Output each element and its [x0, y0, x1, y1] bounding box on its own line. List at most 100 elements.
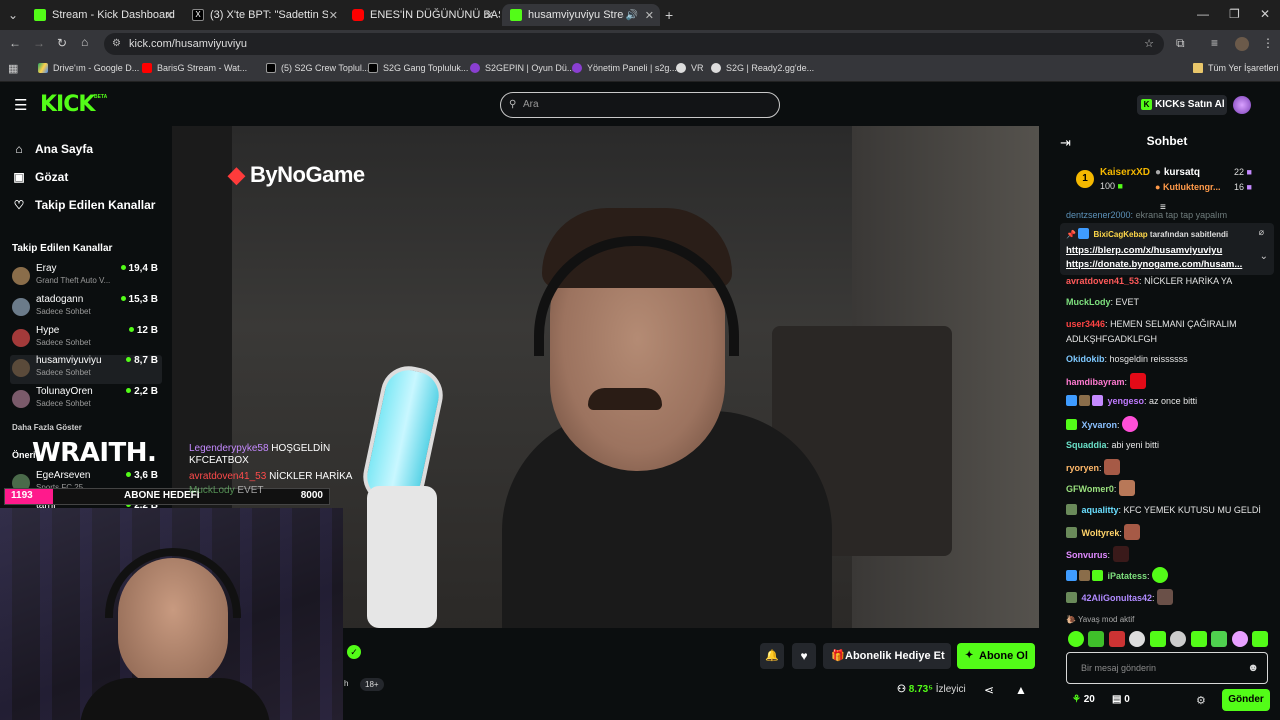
follow-heart-button[interactable]: ♥ — [792, 643, 816, 669]
sidebar-channel-hype[interactable]: Hype Sadece Sohbet 12 B — [10, 325, 162, 354]
subscribe-button[interactable]: ✦ Abone Ol — [957, 643, 1035, 669]
forward-icon[interactable]: → — [33, 36, 45, 50]
chat-username[interactable]: yengeso — [1108, 396, 1145, 406]
new-tab-icon[interactable]: + — [665, 7, 673, 23]
pinned-by-user: BixiCagKebap — [1093, 230, 1148, 239]
bookmark-s2g-crew[interactable]: (5) S2G Crew Toplul... — [266, 63, 369, 73]
close-icon[interactable]: ✕ — [329, 9, 338, 22]
chat-username[interactable]: 42AliGonultas42 — [1082, 593, 1153, 603]
chat-input[interactable]: Bir mesaj gönderin ☻ — [1066, 652, 1268, 684]
nav-home[interactable]: ⌂ Ana Sayfa — [12, 142, 93, 156]
chat-username[interactable]: Xyvaron — [1082, 420, 1118, 430]
emote-ball-icon[interactable] — [1129, 631, 1146, 647]
reload-icon[interactable]: ↻ — [57, 36, 67, 50]
send-button[interactable]: Gönder — [1222, 689, 1270, 711]
chat-username[interactable]: MuckLody — [1066, 297, 1111, 307]
close-icon[interactable]: ✕ — [645, 9, 654, 22]
chat-username[interactable]: ryoryen — [1066, 463, 1099, 473]
bookmark-label: S2G | Ready2.gg'de... — [726, 63, 815, 73]
sidebar-channel-tolunayoren[interactable]: TolunayOren Sadece Sohbet 2,2 B — [10, 386, 162, 415]
chat-username[interactable]: Okidokib — [1066, 354, 1105, 364]
chat-username[interactable]: user3446 — [1066, 319, 1105, 329]
bookmark-s2gepin[interactable]: S2GEPIN | Oyun Dü... — [470, 63, 574, 73]
unpin-icon[interactable]: ⌀ — [1259, 227, 1264, 238]
tab-husamviyuviyu[interactable]: husamviyuviyu Stream - W 🔊 ✕ — [502, 4, 660, 26]
tab-youtube-enes[interactable]: ENES'İN DÜĞÜNÜNÜ BASTIK ✕ — [344, 4, 500, 26]
chat-username[interactable]: Squaddia — [1066, 440, 1107, 450]
chat-settings-icon[interactable]: ⚙ — [1196, 694, 1206, 707]
speaker-icon[interactable]: 🔊 — [626, 10, 638, 21]
profile-avatar[interactable] — [1235, 37, 1249, 51]
site-info-icon[interactable]: ⚙ — [112, 33, 121, 55]
share-icon[interactable]: ⋖ — [984, 683, 994, 697]
chat-username[interactable]: Sonvurus — [1066, 550, 1108, 560]
bookmark-yonetim[interactable]: Yönetim Paneli | s2g... — [572, 63, 677, 73]
chat-message: Sonvurus: — [1066, 546, 1272, 563]
kick-logo[interactable]: KICK — [40, 92, 95, 117]
chevron-down-icon[interactable]: ⌄ — [1260, 251, 1268, 262]
pinned-link[interactable]: https://donate.bynogame.com/husam... — [1066, 259, 1262, 270]
bookmark-label: S2G Gang Topluluk... — [383, 63, 469, 73]
user-avatar[interactable] — [1233, 96, 1251, 114]
emote-laugh-icon[interactable] — [1190, 631, 1207, 647]
bookmark-drive[interactable]: Drive'ım - Google D... — [38, 63, 139, 73]
url-field[interactable]: ⚙ kick.com/husamviyuviyu ☆ — [104, 33, 1164, 55]
bookmark-vr[interactable]: VR — [676, 63, 704, 73]
chest-counter[interactable]: ▤ 0 — [1112, 694, 1130, 705]
hamburger-menu-icon[interactable]: ☰ — [14, 96, 27, 114]
tab-kick-dashboard[interactable]: Stream - Kick Dashboard ✕ — [26, 4, 180, 26]
leader-name[interactable]: ● Kutluktengr... — [1155, 182, 1220, 192]
emote-green-icon[interactable] — [1149, 631, 1166, 647]
back-icon[interactable]: ← — [9, 36, 21, 50]
age-badge[interactable]: 18+ — [360, 678, 384, 691]
search-input[interactable]: ⚲ Ara — [500, 92, 780, 118]
chat-username[interactable]: iPatatess — [1108, 571, 1148, 581]
apps-grid-icon[interactable]: ▦ — [8, 62, 18, 75]
bookmark-ready2gg[interactable]: S2G | Ready2.gg'de... — [711, 63, 814, 73]
sidebar-channel-eray[interactable]: Eray Grand Theft Auto V... 19,4 B — [10, 263, 162, 292]
sidebar-channel-husamviyuviyu[interactable]: husamviyuviyu Sadece Sohbet 8,7 B — [10, 355, 162, 384]
leader-name[interactable]: ● kursatq — [1155, 167, 1200, 178]
maximize-icon[interactable]: ❐ — [1229, 7, 1240, 21]
window-close-icon[interactable]: ✕ — [1260, 7, 1270, 21]
show-more-link[interactable]: Daha Fazla Göster — [12, 423, 82, 432]
bookmark-s2g-gang[interactable]: S2G Gang Topluluk... — [368, 63, 468, 73]
emote-smile-icon[interactable] — [1251, 631, 1268, 647]
all-bookmarks[interactable]: Tüm Yer İşaretleri — [1193, 63, 1279, 73]
chat-username[interactable]: avratdoven41_53 — [1066, 276, 1139, 286]
emote-cup-icon[interactable] — [1088, 631, 1105, 647]
channel-points[interactable]: ⚘ 20 — [1072, 694, 1095, 705]
chat-input-placeholder: Bir mesaj gönderin — [1081, 663, 1157, 673]
extensions-icon[interactable]: ⧉ — [1176, 36, 1185, 51]
report-icon[interactable]: ▲ — [1015, 683, 1027, 697]
close-icon[interactable]: ✕ — [165, 9, 174, 22]
buy-kicks-button[interactable]: K KICKs Satın Al — [1137, 95, 1227, 115]
chat-username[interactable]: Woltyrek — [1082, 528, 1120, 538]
close-icon[interactable]: ✕ — [485, 9, 494, 22]
bookmark-star-icon[interactable]: ☆ — [1144, 33, 1154, 55]
menu-dots-icon[interactable]: ⋮ — [1262, 36, 1274, 50]
media-icon[interactable]: ≡ — [1211, 36, 1218, 50]
minimize-icon[interactable]: — — [1197, 7, 1209, 21]
leader-name[interactable]: KaiserxXD — [1100, 167, 1150, 178]
emote-kick-icon[interactable] — [1068, 631, 1084, 647]
sidebar-channel-atadogann[interactable]: atadogann Sadece Sohbet 15,3 B — [10, 294, 162, 323]
emote-red-icon[interactable] — [1108, 631, 1125, 647]
nav-following[interactable]: ♡ Takip Edilen Kanallar — [12, 198, 156, 212]
home-icon[interactable]: ⌂ — [81, 35, 88, 49]
bookmark-barisg[interactable]: BarisG Stream - Wat... — [142, 63, 247, 73]
tab-x-bpt[interactable]: X (3) X'te BPT: "Sadettin Saran'a ✕ — [184, 4, 344, 26]
sub-badge-icon — [1079, 395, 1090, 406]
emote-frog-icon[interactable] — [1211, 631, 1228, 647]
tab-search-icon[interactable]: ⌄ — [8, 8, 18, 22]
chat-username[interactable]: GFWomer0 — [1066, 484, 1114, 494]
nav-browse[interactable]: ▣ Gözat — [12, 170, 68, 184]
emote-pink-icon[interactable] — [1231, 631, 1248, 647]
notification-bell-button[interactable]: 🔔 — [760, 643, 784, 669]
chat-username[interactable]: aqualitty — [1082, 505, 1119, 515]
emote-ghost-icon[interactable] — [1170, 631, 1187, 647]
chat-username[interactable]: hamdibayram — [1066, 377, 1125, 387]
pinned-link[interactable]: https://blerp.com/x/husamviyuviyu — [1066, 245, 1222, 256]
gift-sub-button[interactable]: 🎁 Abonelik Hediye Et — [823, 643, 951, 669]
emoji-picker-icon[interactable]: ☻ — [1247, 653, 1259, 683]
